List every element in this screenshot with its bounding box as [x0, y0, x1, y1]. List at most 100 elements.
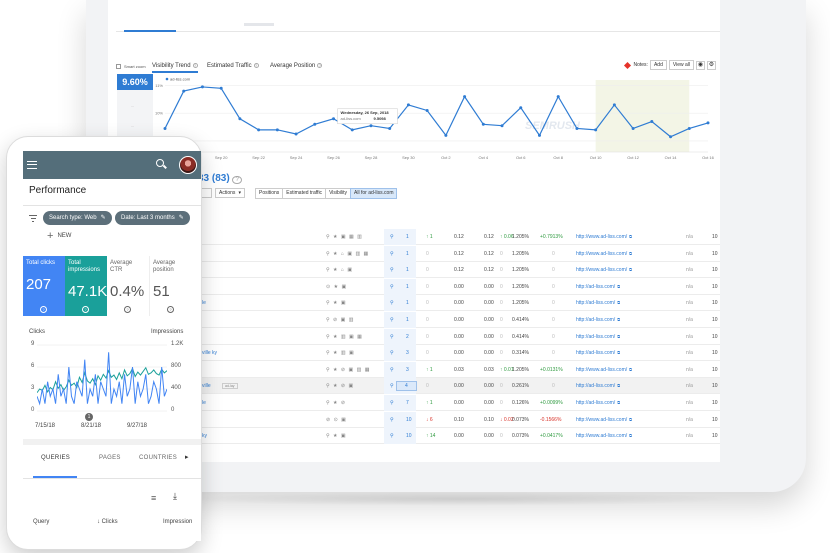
position-value[interactable]: 10 [406, 417, 412, 423]
visibility-value-card[interactable]: 9.60% [117, 74, 153, 90]
help-icon[interactable]: ? [124, 306, 131, 313]
landing-url-link[interactable]: http://ad-liss.com/⧉ [576, 383, 620, 389]
external-link-icon[interactable]: ⧉ [629, 234, 632, 239]
tab-average-position[interactable]: Average Position? [270, 63, 323, 69]
performance-chart[interactable] [37, 343, 167, 413]
table-row[interactable]: ⚲ ★ ▥ ▣ ▦ ⚲ 2 0 0.00 0.00 0 0.414% 0 http://ad-li… [116, 328, 720, 345]
landing-url-link[interactable]: http://ad-liss.com/⧉ [576, 350, 620, 356]
keyword-count[interactable]: 33 (83) ? [198, 173, 242, 184]
table-row[interactable]: ville ad-lay ⚲ ★ ⊘ ▣ ⚲ 4 0 0.00 0.00 0 0.261% 0 htt… [116, 378, 720, 395]
table-row[interactable]: ⚲ ⊘ ▣ ▥ ⚲ 1 0 0.00 0.00 0 0.414% 0 http://ad-liss… [116, 312, 720, 328]
column-impressions[interactable]: Impression [163, 519, 192, 525]
external-link-icon[interactable]: ⧉ [629, 433, 632, 438]
external-link-icon[interactable]: ⧉ [617, 317, 620, 322]
external-link-icon[interactable]: ⧉ [617, 334, 620, 339]
table-row[interactable]: ky ⚲ ★ ▣ ⚲ 10 ↑ 14 0.00 0.00 0 0.073% +0.0417% htt… [116, 428, 720, 445]
view-all-notes-button[interactable]: View all [668, 60, 694, 70]
smart-zoom-checkbox[interactable] [116, 64, 121, 69]
download-icon[interactable]: ⤓ [173, 491, 177, 502]
landing-url-link[interactable]: http://ad-liss.com/⧉ [576, 284, 620, 290]
landing-url-link[interactable]: http://www.ad-liss.com/⧉ [576, 433, 632, 439]
external-link-icon[interactable]: ⧉ [629, 251, 632, 256]
landing-url-link[interactable]: http://www.ad-liss.com/⧉ [576, 417, 632, 423]
position-value[interactable]: 3 [406, 367, 409, 373]
search-icon[interactable] [156, 159, 164, 167]
sort-icon[interactable]: ≡ [151, 493, 156, 503]
position-value[interactable]: 2 [406, 334, 409, 340]
help-icon[interactable]: ? [232, 176, 242, 184]
column-clicks[interactable]: ↓ Clicks [97, 519, 118, 525]
tab-visibility-trend[interactable]: Visibility Trend? [152, 63, 198, 73]
landing-url-link[interactable]: http://www.ad-liss.com/⧉ [576, 267, 632, 273]
table-row[interactable]: ⊘ ⊙ ▣ ⚲ 10 ↓ 6 0.10 0.10 ↓ 0.02 0.073% -0.1566% h… [116, 411, 720, 428]
metric-total-clicks[interactable]: Total clicks 207 ? [23, 256, 65, 316]
position-value[interactable]: 4 [396, 381, 417, 392]
metric-total-impressions[interactable]: Total impressions 47.1K ? [65, 256, 107, 316]
position-value[interactable]: 1 [406, 317, 409, 323]
tab-pages[interactable]: PAGES [99, 455, 121, 461]
eye-icon[interactable]: ◉ [696, 60, 705, 70]
position-value[interactable]: 1 [406, 300, 409, 306]
visibility-trend-chart[interactable]: 11%10%9%ad-liss.comSEMRUSHSep 18Sep 20Se… [153, 74, 719, 166]
external-link-icon[interactable]: ⧉ [629, 367, 632, 372]
landing-url-link[interactable]: http://ad-liss.com/⧉ [576, 317, 620, 323]
active-tab-indicator[interactable] [124, 30, 176, 32]
table-row[interactable]: ⚲ ★ ⌂ ▣ ⚲ 1 0 0.12 0.12 0 1.205% 0 http://www.ad-… [116, 262, 720, 279]
external-link-icon[interactable]: ⧉ [617, 300, 620, 305]
annotation-marker[interactable]: 1 [85, 413, 93, 421]
help-icon[interactable]: ? [82, 306, 89, 313]
landing-url-link[interactable]: http://www.ad-liss.com/⧉ [576, 367, 632, 373]
help-icon[interactable]: ? [40, 306, 47, 313]
add-note-button[interactable]: Add [649, 60, 667, 70]
menu-icon[interactable] [27, 161, 37, 169]
external-link-icon[interactable]: ⧉ [629, 267, 632, 272]
filter-positions[interactable]: Positions [255, 188, 284, 199]
filter-icon[interactable] [29, 215, 37, 222]
landing-url-link[interactable]: http://ad-liss.com/⧉ [576, 334, 620, 340]
tab-estimated-traffic[interactable]: Estimated Traffic? [207, 63, 259, 69]
landing-url-link[interactable]: http://ad-liss.com/⧉ [576, 400, 620, 406]
position-value[interactable]: 1 [406, 251, 409, 257]
position-value[interactable]: 1 [406, 284, 409, 290]
metric-average-position[interactable]: Average position 51 ? [149, 256, 191, 316]
table-row[interactable]: ⊙ ★ ▣ ⚲ 1 0 0.00 0.00 0 1.205% 0 http://ad-liss.c… [116, 278, 720, 295]
filter-estimated-traffic[interactable]: Estimated traffic [282, 188, 327, 199]
external-link-icon[interactable]: ⧉ [617, 400, 620, 405]
avatar[interactable] [179, 156, 197, 174]
help-icon[interactable]: ? [253, 63, 259, 68]
external-link-icon[interactable]: ⧉ [629, 417, 632, 422]
landing-url-link[interactable]: http://www.ad-liss.com/⧉ [576, 234, 632, 240]
search-type-chip[interactable]: Search type: Web ✎ [43, 211, 112, 225]
metric-average-ctr[interactable]: Average CTR 0.4% ? [107, 256, 149, 316]
filter-all-domain[interactable]: All for ad-liss.com [350, 188, 398, 199]
chevron-right-icon[interactable]: ▸ [185, 453, 189, 461]
table-row[interactable]: ⚲ ★ ⌂ ▣ ▥ ▦ ⚲ 1 0 0.12 0.12 0 1.205% 0 http://www… [116, 245, 720, 262]
position-value[interactable]: 1 [406, 267, 409, 273]
table-row[interactable]: ville ky ⚲ ★ ▥ ▣ ⚲ 3 0 0.00 0.00 0 0.314% 0 http:/… [116, 345, 720, 362]
position-value[interactable]: 1 [406, 234, 409, 240]
tab-countries[interactable]: COUNTRIES [139, 455, 177, 461]
keyword-link[interactable]: le [202, 300, 206, 306]
filter-visibility[interactable]: Visibility [325, 188, 352, 199]
keyword-link[interactable]: ville [202, 383, 211, 389]
landing-url-link[interactable]: http://www.ad-liss.com/⧉ [576, 251, 632, 257]
table-row[interactable]: ⚲ ★ ▣ ▦ ▥ ⚲ 1 ↑ 1 0.12 0.12 ↑ 0.06 1.205% +0.791… [116, 229, 720, 245]
position-value[interactable]: 10 [406, 433, 412, 439]
column-query[interactable]: Query [33, 519, 49, 525]
position-value[interactable]: 3 [406, 350, 409, 356]
new-filter-button[interactable]: + NEW [47, 230, 71, 242]
keyword-link[interactable]: ville ky [202, 350, 217, 356]
table-row[interactable]: ⚲ ★ ⊘ ▣ ▥ ▦ ⚲ 3 ↑ 1 0.03 0.03 ↑ 0.01 1.205% +0.0… [116, 361, 720, 378]
help-icon[interactable]: ? [317, 63, 323, 68]
help-icon[interactable]: ? [167, 306, 174, 313]
position-value[interactable]: 7 [406, 400, 409, 406]
external-link-icon[interactable]: ⧉ [617, 383, 620, 388]
table-row[interactable]: le ⚲ ★ ▣ ⚲ 1 0 0.00 0.00 0 1.205% 0 http://ad-liss… [116, 295, 720, 312]
keyword-link[interactable]: ky [202, 433, 207, 439]
landing-url-link[interactable]: http://ad-liss.com/⧉ [576, 300, 620, 306]
keyword-link[interactable]: le [202, 400, 206, 406]
external-link-icon[interactable]: ⧉ [617, 284, 620, 289]
table-row[interactable]: le ⚲ ★ ⊘ ⚲ 7 ↑ 1 0.00 0.00 0 0.126% +0.0099% http:… [116, 395, 720, 411]
date-range-chip[interactable]: Date: Last 3 months ✎ [115, 211, 190, 225]
gear-icon[interactable]: ⚙ [707, 60, 716, 70]
